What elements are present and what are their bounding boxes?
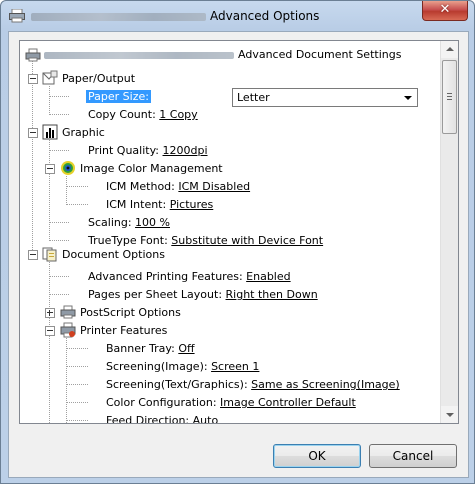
close-icon: ✕ xyxy=(439,2,451,17)
arrow-down-icon xyxy=(446,413,454,417)
screening-image-row[interactable]: Screening(Image): Screen 1 xyxy=(106,358,259,375)
collapse-document-options[interactable] xyxy=(28,250,38,260)
banner-tray-row[interactable]: Banner Tray: Off xyxy=(106,340,195,357)
tree-item-icm[interactable]: Image Color Management xyxy=(80,160,223,177)
printer-icon xyxy=(9,9,25,23)
banner-tray-value[interactable]: Off xyxy=(178,342,194,355)
ok-button[interactable]: OK xyxy=(273,444,361,468)
feed-direction-row[interactable]: Feed Direction: Auto xyxy=(106,412,219,423)
vertical-scrollbar[interactable] xyxy=(440,41,458,423)
collapse-graphic[interactable] xyxy=(28,128,38,138)
close-button[interactable]: ✕ xyxy=(422,1,468,21)
paper-size-value: Letter xyxy=(237,91,270,104)
pages-layout-value[interactable]: Right then Down xyxy=(226,288,318,301)
truetype-value[interactable]: Substitute with Device Font xyxy=(171,234,323,247)
printer-name-blurred xyxy=(44,51,234,59)
collapse-icm[interactable] xyxy=(45,164,55,174)
icm-intent-value[interactable]: Pictures xyxy=(170,198,214,211)
scaling-row[interactable]: Scaling: 100 % xyxy=(88,214,170,231)
feed-direction-value[interactable]: Auto xyxy=(193,414,219,423)
scroll-up-button[interactable] xyxy=(441,41,458,58)
scroll-down-button[interactable] xyxy=(441,406,458,423)
dialog-client-area: Advanced Document Settings Paper/Output … xyxy=(8,31,469,478)
copy-count-row[interactable]: Copy Count: 1 Copy xyxy=(88,106,198,123)
printer-name-blurred xyxy=(31,12,206,21)
chart-icon xyxy=(42,124,58,140)
copy-count-value[interactable]: 1 Copy xyxy=(159,108,197,121)
title-bar[interactable]: Advanced Options ✕ xyxy=(1,1,474,31)
advanced-printing-row[interactable]: Advanced Printing Features: Enabled xyxy=(88,268,291,285)
icm-method-value[interactable]: ICM Disabled xyxy=(178,180,250,193)
grip-icon xyxy=(447,93,452,100)
collapse-printer-features[interactable] xyxy=(45,326,55,336)
tree-root[interactable]: Advanced Document Settings xyxy=(44,46,401,63)
screening-text-row[interactable]: Screening(Text/Graphics): Same as Screen… xyxy=(106,376,400,393)
advanced-printing-value[interactable]: Enabled xyxy=(246,270,290,283)
color-config-value[interactable]: Image Controller Default xyxy=(220,396,356,409)
cancel-button[interactable]: Cancel xyxy=(369,444,457,468)
tree-item-postscript-options[interactable]: PostScript Options xyxy=(80,304,181,321)
screening-image-value[interactable]: Screen 1 xyxy=(211,360,259,373)
documents-icon xyxy=(42,247,57,262)
print-quality-row[interactable]: Print Quality: 1200dpi xyxy=(88,142,208,159)
chevron-down-icon xyxy=(404,96,412,100)
paper-size-row: Paper Size: Letter xyxy=(86,88,426,107)
printer-icon xyxy=(60,305,76,319)
color-config-row[interactable]: Color Configuration: Image Controller De… xyxy=(106,394,356,411)
advanced-options-window: Advanced Options ✕ Advanced Document Set… xyxy=(0,0,475,484)
window-title: Advanced Options xyxy=(31,9,319,23)
printer-icon xyxy=(25,48,41,62)
tree-item-document-options[interactable]: Document Options xyxy=(62,246,165,263)
print-quality-value[interactable]: 1200dpi xyxy=(163,144,208,157)
scrollbar-thumb[interactable] xyxy=(442,60,457,134)
tree-item-printer-features[interactable]: Printer Features xyxy=(80,322,167,339)
tree-item-paper-output[interactable]: Paper/Output xyxy=(62,70,135,87)
screening-text-value[interactable]: Same as Screening(Image) xyxy=(251,378,400,391)
arrow-up-icon xyxy=(446,47,454,51)
scaling-value[interactable]: 100 % xyxy=(135,216,170,229)
collapse-paper-output[interactable] xyxy=(28,74,38,84)
paper-size-label[interactable]: Paper Size: xyxy=(86,90,151,103)
paper-icon xyxy=(42,70,58,85)
color-wheel-icon xyxy=(61,161,75,175)
expand-postscript-options[interactable] xyxy=(45,308,55,318)
settings-tree[interactable]: Advanced Document Settings Paper/Output … xyxy=(19,40,459,424)
pages-layout-row[interactable]: Pages per Sheet Layout: Right then Down xyxy=(88,286,318,303)
tree-item-graphic[interactable]: Graphic xyxy=(62,124,105,141)
printer-features-icon xyxy=(60,322,76,338)
paper-size-dropdown[interactable]: Letter xyxy=(232,88,418,107)
icm-intent-row[interactable]: ICM Intent: Pictures xyxy=(106,196,213,213)
icm-method-row[interactable]: ICM Method: ICM Disabled xyxy=(106,178,250,195)
